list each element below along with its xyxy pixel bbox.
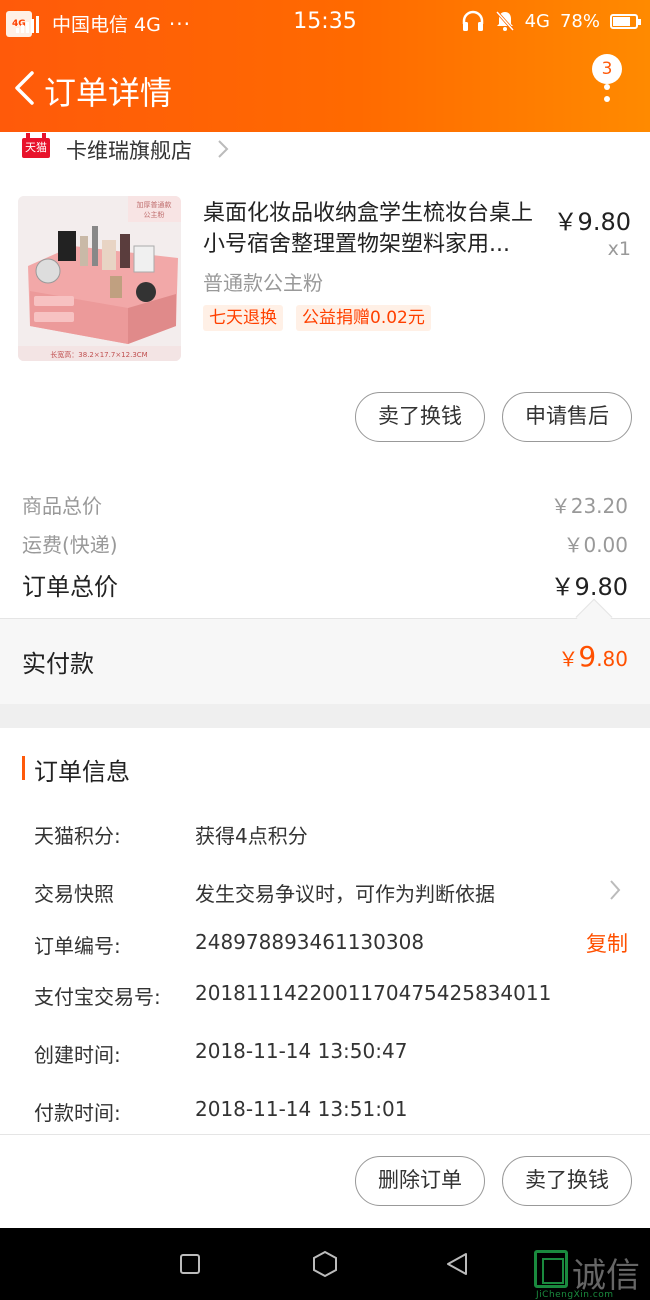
alipay-txn-label: 支付宝交易号:: [34, 985, 161, 1009]
points-value: 获得4点积分: [195, 824, 308, 848]
shipping-label: 运费(快递): [22, 533, 118, 557]
store-row[interactable]: 天猫 卡维瑞旗舰店: [0, 132, 650, 166]
order-number-value: 248978893461130308: [195, 930, 425, 954]
paid-currency: ￥: [558, 647, 579, 671]
tmall-logo: 天猫: [22, 133, 50, 158]
sell-for-cash-footer-button[interactable]: 卖了换钱: [502, 1156, 632, 1206]
chevron-right-icon: [218, 140, 229, 158]
watermark-url: JiChengXin.com: [536, 1290, 614, 1300]
footer-divider: [0, 1134, 650, 1135]
chevron-right-icon[interactable]: [608, 878, 622, 902]
product-sku: 普通款公主粉: [203, 271, 323, 295]
product-price: ￥9.80: [553, 208, 631, 236]
paid-time-label: 付款时间:: [34, 1101, 121, 1125]
product-title[interactable]: 桌面化妆品收纳盒学生梳妆台桌上小号宿舍整理置物架塑料家用...: [203, 198, 551, 260]
alipay-txn-value: 2018111422001170475425834011: [195, 981, 552, 1005]
paid-integer: 9: [578, 640, 597, 673]
svg-text:公主粉: 公主粉: [144, 210, 165, 219]
points-label: 天猫积分:: [34, 824, 121, 848]
goods-total-label: 商品总价: [22, 494, 102, 518]
paid-amount-box: [0, 618, 650, 704]
product-quantity: x1: [607, 238, 631, 260]
shipping-value: ￥0.00: [563, 533, 628, 557]
charity-tag: 公益捐赠0.02元: [296, 305, 431, 331]
snapshot-value[interactable]: 发生交易争议时，可作为判断依据: [195, 878, 495, 907]
copy-order-number-link[interactable]: 复制: [586, 928, 628, 958]
paid-label: 实付款: [22, 650, 94, 678]
section-divider: [0, 704, 650, 728]
paid-time-value: 2018-11-14 13:51:01: [195, 1097, 408, 1121]
battery-percent: 78%: [559, 10, 600, 32]
more-menu-button[interactable]: 3: [592, 54, 622, 106]
network-label: 4G: [524, 10, 550, 32]
order-info-title: 订单信息: [34, 758, 130, 786]
section-accent-bar: [22, 756, 25, 780]
after-sale-button[interactable]: 申请售后: [502, 392, 632, 442]
paid-decimal: .80: [596, 647, 628, 671]
delete-order-button[interactable]: 删除订单: [355, 1156, 485, 1206]
product-image[interactable]: 加厚普通款 公主粉 长宽高：38.2×17.7×12.3CM: [18, 196, 181, 361]
product-dimensions-label: 长宽高：38.2×17.7×12.3CM: [50, 350, 147, 359]
back-nav-icon[interactable]: [444, 1251, 470, 1277]
message-count-badge: 3: [592, 54, 622, 84]
status-bar: 4G 中国电信 4G ··· 15:35 4G 78%: [0, 0, 650, 46]
headphones-icon: [462, 10, 483, 31]
app-header: 4G 中国电信 4G ··· 15:35 4G 78% 订单详情 3: [0, 0, 650, 132]
svg-text:加厚普通款: 加厚普通款: [137, 200, 172, 209]
goods-total-value: ￥23.20: [550, 494, 628, 518]
order-total-value: ￥9.80: [550, 573, 628, 601]
store-name: 卡维瑞旗舰店: [66, 139, 192, 163]
order-number-label: 订单编号:: [34, 934, 121, 958]
return-policy-tag: 七天退换: [203, 305, 283, 331]
paid-amount: ￥9.80: [558, 640, 628, 673]
recents-icon[interactable]: [178, 1252, 202, 1276]
snapshot-label[interactable]: 交易快照: [34, 878, 114, 907]
sell-for-cash-button[interactable]: 卖了换钱: [355, 392, 485, 442]
home-icon[interactable]: [311, 1250, 339, 1278]
back-arrow-icon[interactable]: [12, 70, 38, 106]
watermark-logo: 诚信 JiChengXin.com: [532, 1250, 650, 1300]
mute-bell-icon: [495, 11, 514, 31]
order-total-label: 订单总价: [22, 573, 118, 601]
created-time-value: 2018-11-14 13:50:47: [195, 1039, 408, 1063]
watermark-seal-icon: [534, 1250, 568, 1288]
page-title: 订单详情: [44, 74, 173, 112]
battery-icon: [610, 13, 641, 29]
created-time-label: 创建时间:: [34, 1043, 121, 1067]
